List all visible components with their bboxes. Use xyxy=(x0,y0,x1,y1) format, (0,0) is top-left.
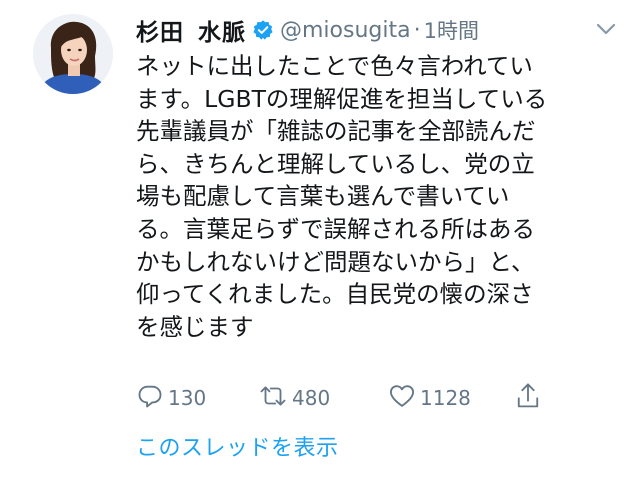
tweet-header: 杉田 水脈 @miosugita · 1時間 xyxy=(136,13,479,47)
reply-count: 130 xyxy=(168,386,207,410)
retweet-count: 480 xyxy=(292,386,331,410)
reply-button[interactable]: 130 xyxy=(136,382,206,414)
avatar[interactable] xyxy=(33,14,113,94)
retweet-icon xyxy=(258,382,288,415)
tweet-text-line: かもしれないけど問題ないから」と、 xyxy=(136,247,535,276)
separator-dot: · xyxy=(413,17,421,43)
tweet-text-line: ます。LGBTの理解促進を担当している xyxy=(136,84,548,113)
share-button[interactable] xyxy=(514,382,542,414)
tweet-text-line: 先輩議員が「雑誌の記事を全部読んだ xyxy=(136,117,536,146)
tweet-text-line: ら、きちんと理解しているし、党の立 xyxy=(136,149,535,178)
retweet-button[interactable]: 480 xyxy=(258,382,330,414)
display-name-family: 杉田 xyxy=(136,20,184,46)
tweet-timestamp[interactable]: 1時間 xyxy=(424,15,479,45)
display-name-given: 水脈 xyxy=(198,20,246,46)
share-icon xyxy=(514,381,542,416)
tweet-card: 杉田 水脈 @miosugita · 1時間 ネットに出したことで色々言われてい … xyxy=(0,0,640,478)
heart-icon xyxy=(388,382,416,415)
tweet-text-line: を感じます xyxy=(136,312,254,341)
tweet-text-line: る。言葉足らずで誤解される所はある xyxy=(136,214,536,243)
verified-badge-icon xyxy=(252,19,274,41)
reply-icon xyxy=(136,382,164,415)
like-count: 1128 xyxy=(420,386,471,410)
show-thread-link[interactable]: このスレッドを表示 xyxy=(136,430,339,462)
like-button[interactable]: 1128 xyxy=(388,382,471,414)
tweet-text: ネットに出したことで色々言われてい ます。LGBTの理解促進を担当している 先輩… xyxy=(136,50,616,343)
tweet-text-line: 場も配慮して言葉も選んで書いてい xyxy=(136,182,510,211)
tweet-actions: 130 480 1128 xyxy=(136,382,556,414)
chevron-down-icon[interactable] xyxy=(596,22,616,36)
avatar-photo xyxy=(33,14,113,94)
tweet-text-line: 仰ってくれました。自民党の懐の深さ xyxy=(136,280,534,309)
tweet-text-line: ネットに出したことで色々言われてい xyxy=(136,52,533,80)
display-name[interactable]: 杉田 水脈 xyxy=(136,13,246,47)
user-handle[interactable]: @miosugita xyxy=(280,18,411,43)
